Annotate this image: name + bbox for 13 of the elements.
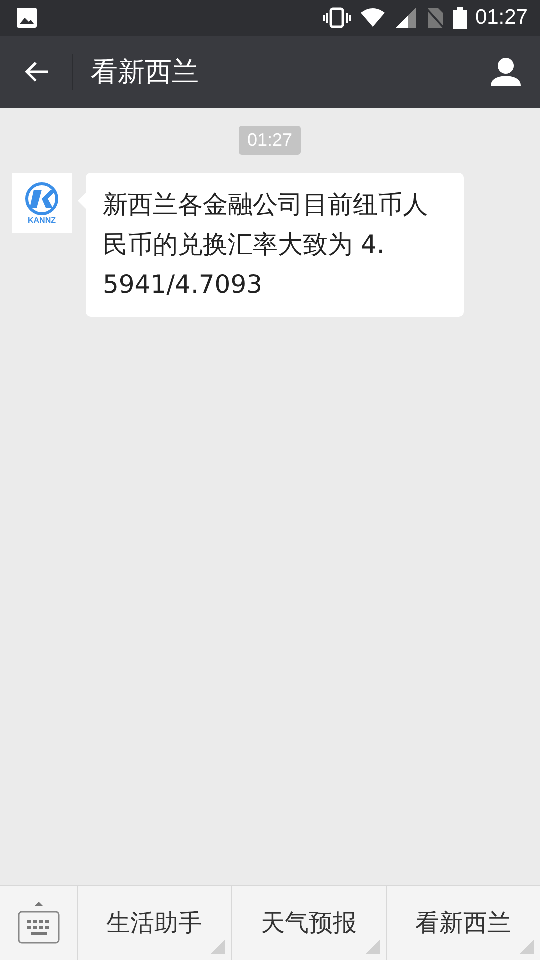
image-icon bbox=[16, 7, 38, 29]
keyboard-icon bbox=[16, 900, 60, 946]
chat-title: 看新西兰 bbox=[91, 56, 200, 90]
timestamp: 01:27 bbox=[239, 126, 301, 155]
battery-icon bbox=[453, 7, 468, 29]
no-sim-icon bbox=[425, 7, 446, 29]
person-icon[interactable] bbox=[490, 57, 522, 87]
back-arrow-icon[interactable] bbox=[24, 60, 50, 84]
wifi-icon bbox=[359, 7, 388, 29]
signal-icon bbox=[395, 7, 418, 29]
vibrate-icon bbox=[323, 7, 352, 29]
message-text: 新西兰各金融公司目前纽币人 民币的兑换汇率大致为 4. 5941/4.7093 bbox=[103, 190, 428, 299]
status-time: 01:27 bbox=[475, 6, 528, 30]
